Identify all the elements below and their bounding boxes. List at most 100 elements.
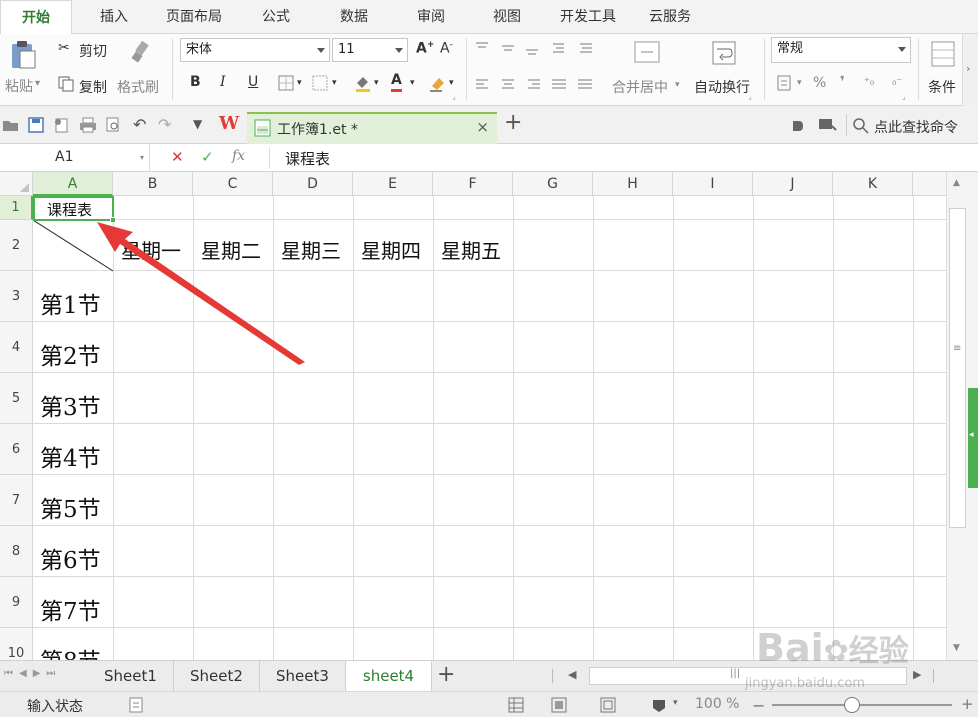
row-header-8[interactable]: 8 xyxy=(0,526,33,577)
spreadsheet-grid[interactable]: A B C D E F G H I J K 1 2 3 4 5 6 7 8 9 … xyxy=(0,172,946,660)
format-painter-button[interactable]: 格式刷 xyxy=(117,77,159,97)
comment-icon[interactable] xyxy=(818,118,838,134)
redo-icon[interactable]: ↷ xyxy=(158,115,171,134)
row-header-5[interactable]: 5 xyxy=(0,373,33,424)
zoom-slider-thumb[interactable] xyxy=(844,697,860,713)
formula-input[interactable]: 课程表 xyxy=(285,148,330,169)
print-preview-icon[interactable] xyxy=(105,117,121,133)
font-dialog-launcher-icon[interactable]: ⌟ xyxy=(452,92,456,101)
bold-button[interactable]: B xyxy=(190,74,201,90)
tab-review[interactable]: 审阅 xyxy=(405,0,457,34)
indent-icon[interactable] xyxy=(574,41,594,57)
cell-style-icon[interactable] xyxy=(312,75,328,91)
normal-view-icon[interactable] xyxy=(508,697,524,713)
paste-icon[interactable] xyxy=(8,40,38,70)
vertical-scroll-thumb[interactable]: ≡ xyxy=(949,208,966,528)
hscroll-left-icon[interactable]: ◀ xyxy=(568,668,576,681)
row-header-1[interactable]: 1 xyxy=(0,196,33,220)
fill-color-dropdown-icon[interactable]: ▾ xyxy=(374,78,379,88)
conditional-format-button[interactable]: 条件 xyxy=(928,77,956,97)
cell-a6[interactable]: 第4节 xyxy=(40,439,101,473)
paste-label[interactable]: 粘贴 xyxy=(5,76,33,96)
cancel-edit-icon[interactable]: ✕ xyxy=(171,148,184,166)
eye-protect-dropdown-icon[interactable]: ▾ xyxy=(673,698,678,708)
cell-a8[interactable]: 第6节 xyxy=(40,541,101,575)
column-header-i[interactable]: I xyxy=(673,172,753,196)
comma-button[interactable]: ❜ xyxy=(840,74,845,90)
row-header-7[interactable]: 7 xyxy=(0,475,33,526)
command-search[interactable]: 点此查找命令 xyxy=(874,117,958,137)
increase-font-icon[interactable]: A+ xyxy=(416,40,434,57)
close-tab-icon[interactable]: × xyxy=(476,118,489,136)
border-icon[interactable] xyxy=(278,75,294,91)
add-sheet-icon[interactable]: + xyxy=(437,662,455,687)
name-box-dropdown-icon[interactable]: ▾ xyxy=(140,153,144,162)
merge-center-icon[interactable] xyxy=(633,40,661,66)
undo-icon[interactable]: ↶ xyxy=(133,115,146,134)
side-panel-toggle[interactable]: ◂ xyxy=(968,388,978,488)
currency-dropdown-icon[interactable]: ▾ xyxy=(797,78,802,88)
underline-button[interactable]: U xyxy=(248,74,258,90)
zoom-slider[interactable] xyxy=(772,697,952,713)
print-icon[interactable] xyxy=(79,117,97,133)
save-icon[interactable] xyxy=(28,117,44,133)
cell-a10[interactable]: 第8节 xyxy=(40,642,101,660)
column-header-a[interactable]: A xyxy=(33,172,113,196)
column-header-b[interactable]: B xyxy=(113,172,193,196)
column-header-f[interactable]: F xyxy=(433,172,513,196)
search-icon[interactable] xyxy=(853,118,869,134)
column-header-j[interactable]: J xyxy=(753,172,833,196)
document-tab[interactable]: 工作簿1.et * × xyxy=(247,112,497,144)
row-header-2[interactable]: 2 xyxy=(0,220,33,271)
fill-color-icon[interactable] xyxy=(354,74,372,92)
open-folder-icon[interactable] xyxy=(2,118,20,132)
clear-format-icon[interactable] xyxy=(428,74,446,92)
vertical-scrollbar[interactable]: ▲ ≡ ▼ xyxy=(946,172,968,660)
tab-view[interactable]: 视图 xyxy=(481,0,533,34)
italic-button[interactable]: I xyxy=(220,74,226,90)
conditional-format-icon[interactable] xyxy=(930,40,956,68)
tab-insert[interactable]: 插入 xyxy=(86,0,142,34)
cell-a9[interactable]: 第7节 xyxy=(40,592,101,626)
decrease-decimal-icon[interactable]: ₀⁻ xyxy=(892,75,902,88)
new-tab-icon[interactable]: + xyxy=(504,110,522,135)
row-header-4[interactable]: 4 xyxy=(0,322,33,373)
alignment-dialog-launcher-icon[interactable]: ⌟ xyxy=(748,92,752,101)
column-header-g[interactable]: G xyxy=(513,172,593,196)
column-header-d[interactable]: D xyxy=(273,172,353,196)
sheet-tab-sheet1[interactable]: Sheet1 xyxy=(88,661,174,691)
border-dropdown-icon[interactable]: ▾ xyxy=(297,78,302,88)
row-header-10[interactable]: 10 xyxy=(0,628,33,660)
column-header-k[interactable]: K xyxy=(833,172,913,196)
reading-view-icon[interactable] xyxy=(600,697,616,713)
tab-data[interactable]: 数据 xyxy=(328,0,380,34)
document-icon[interactable] xyxy=(129,697,143,713)
vertical-align-icons[interactable] xyxy=(474,41,566,57)
row-header-6[interactable]: 6 xyxy=(0,424,33,475)
copy-icon[interactable] xyxy=(58,76,74,92)
sheet-tab-sheet2[interactable]: Sheet2 xyxy=(174,661,260,691)
cell-a5[interactable]: 第3节 xyxy=(40,388,101,422)
row-header-3[interactable]: 3 xyxy=(0,271,33,322)
scroll-up-icon[interactable]: ▲ xyxy=(953,178,960,188)
skin-icon[interactable] xyxy=(791,119,805,133)
ribbon-scroll-right[interactable]: › xyxy=(962,34,978,106)
zoom-in-icon[interactable]: + xyxy=(961,695,974,713)
confirm-edit-icon[interactable]: ✓ xyxy=(201,148,214,166)
column-header-c[interactable]: C xyxy=(193,172,273,196)
tab-developer[interactable]: 开发工具 xyxy=(550,0,626,34)
tab-formulas[interactable]: 公式 xyxy=(250,0,302,34)
eye-protect-icon[interactable] xyxy=(651,697,667,713)
paste-dropdown-icon[interactable]: ▾ xyxy=(35,78,40,89)
tab-page-layout[interactable]: 页面布局 xyxy=(158,0,230,34)
cell-style-dropdown-icon[interactable]: ▾ xyxy=(332,78,337,88)
hscroll-right-icon[interactable]: ▶ xyxy=(913,668,921,681)
scroll-down-icon[interactable]: ▼ xyxy=(953,643,960,653)
percent-button[interactable]: % xyxy=(813,75,826,91)
number-dialog-launcher-icon[interactable]: ⌟ xyxy=(902,92,906,101)
increase-decimal-icon[interactable]: ⁺₀ xyxy=(864,75,874,88)
font-color-icon[interactable]: A xyxy=(391,72,402,92)
scissors-icon[interactable]: ✂ xyxy=(58,40,70,56)
number-format-select[interactable]: 常规 xyxy=(771,37,911,63)
wrap-text-button[interactable]: 自动换行 xyxy=(694,77,750,97)
